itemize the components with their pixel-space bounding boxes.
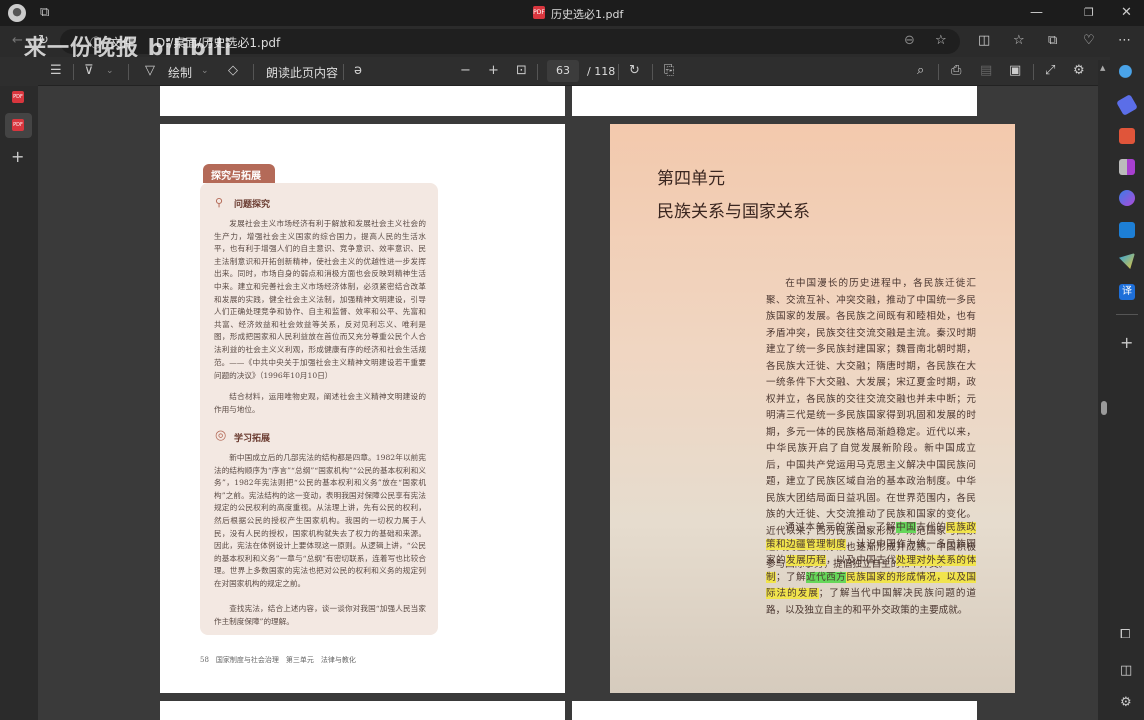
eraser-icon[interactable]: ◇ [228, 63, 238, 79]
outlook-icon[interactable] [1119, 222, 1135, 238]
highlighted-text[interactable]: 发展历程 [786, 555, 827, 566]
draw-button[interactable]: 绘制 [168, 64, 192, 81]
copilot-icon[interactable] [1119, 190, 1135, 206]
paragraph: 新中国成立后的几部宪法的结构都是四章。1982年以前宪法的结构顺序为“序言”“总… [214, 453, 426, 588]
screenshot-icon[interactable]: ⧠ [1120, 627, 1130, 643]
games-icon[interactable] [1119, 159, 1135, 175]
paragraph: 发展社会主义市场经济有利于解放和发展社会主义社会的生产力，增强社会主义国家的综合… [214, 219, 426, 367]
page-view-icon[interactable]: ⎘ [664, 63, 674, 79]
telegram-icon[interactable] [1119, 253, 1135, 269]
pdf-page-58: 探究与拓展 ⚲ 问题探究 发展社会主义市场经济有利于解放和发展社会主义社会的生产… [160, 124, 565, 693]
left-sidebar [0, 86, 38, 720]
text-segment: ，以及中国古代 [826, 555, 897, 566]
close-button[interactable]: ✕ [1121, 5, 1132, 21]
unit-title: 民族关系与国家关系 [657, 202, 810, 222]
highlighted-text[interactable]: 中国 [895, 522, 917, 533]
scrollbar-thumb[interactable] [1101, 401, 1107, 415]
back-icon[interactable]: ← [12, 33, 23, 49]
highlight-icon[interactable]: ⊽ [84, 63, 94, 79]
draw-icon[interactable]: ▽ [145, 63, 155, 79]
zoom-in-icon[interactable]: + [488, 63, 499, 79]
unit-number: 第四单元 [657, 169, 725, 189]
pdf-tab-icon: PDF [12, 119, 24, 131]
workspaces-icon[interactable]: ⧉ [40, 5, 49, 21]
zoom-out-address-icon[interactable]: ⊖ [904, 33, 915, 49]
goals-paragraph: 通过本单元的学习，了解中国古代的民族政策和边疆管理制度，认识中国作为统一多民族国… [766, 520, 977, 619]
new-tab-icon[interactable]: + [11, 149, 24, 165]
citation: ——《中共中央关于加强社会主义精神文明建设若干重要问题的决议》（1996年10月… [214, 358, 426, 380]
pdf-viewport[interactable]: 探究与拓展 ⚲ 问题探究 发展社会主义市场经济有利于解放和发展社会主义社会的生产… [38, 86, 1110, 720]
page-footer: 58 国家制度与社会治理 第三单元 法律与教化 [200, 656, 356, 664]
scroll-up-icon[interactable]: ▲ [1100, 60, 1105, 76]
section-heading: 问题探究 [234, 200, 271, 210]
paragraph: 查找宪法，结合上述内容，谈一谈你对我国“加强人民当家作主制度保障”的理解。 [214, 604, 426, 626]
pdf-tab-icon[interactable]: PDF [12, 91, 24, 103]
profile-avatar-icon[interactable]: ● [8, 4, 26, 22]
text-segment: 古代的 [916, 522, 947, 533]
text-segment: 通过本单元的学习，了解 [785, 522, 896, 533]
contents-icon[interactable]: ☰ [50, 63, 62, 79]
title-bar: ● ⧉ PDF 历史选必1.pdf — ❐ ✕ [0, 0, 1144, 26]
pdf-page-prev-right [572, 86, 977, 116]
section-heading: 学习拓展 [234, 434, 271, 444]
pdf-toolbar: ▯ ☰ ⊽ ⌄ ▽ 绘制 ⌄ ◇ 朗读此页内容 ə − + ⊡ 63 / 118… [0, 57, 1110, 86]
pdf-page-next-right [572, 701, 977, 720]
read-aloud-button[interactable]: 朗读此页内容 [266, 64, 338, 81]
rotate-icon[interactable]: ↻ [629, 63, 640, 79]
restore-button[interactable]: ❐ [1084, 5, 1094, 21]
browser-essentials-icon[interactable]: ♡ [1083, 33, 1095, 49]
pdf-page-59: 第四单元 民族关系与国家关系 在中国漫长的历史进程中，各民族迁徙汇聚、交流互补、… [610, 124, 1015, 693]
zoom-out-icon[interactable]: − [460, 63, 471, 79]
save-as-icon[interactable]: ▣ [1009, 63, 1021, 79]
collections-icon[interactable]: ⧉ [1048, 33, 1057, 49]
text-segment: ；了解 [776, 571, 807, 583]
favorite-star-icon[interactable]: ☆ [935, 33, 947, 49]
favorites-icon[interactable]: ☆ [1013, 33, 1025, 49]
sidebar-layout-icon[interactable]: ◫ [1120, 663, 1132, 679]
pdf-file-icon: PDF [533, 6, 545, 19]
draw-dropdown-icon[interactable]: ⌄ [201, 63, 209, 79]
active-pdf-tab[interactable]: PDF [5, 113, 32, 138]
settings-icon[interactable]: ⚙ [1073, 63, 1085, 79]
explore-tab-label: 探究与拓展 [203, 164, 275, 183]
paragraph: 结合材料，运用唯物史观，阐述社会主义精神文明建设的作用与地位。 [214, 392, 426, 414]
find-icon[interactable]: ⌕ [917, 63, 924, 79]
sidebar-settings-icon[interactable]: ⚙ [1120, 695, 1132, 711]
minimize-button[interactable]: — [1030, 5, 1043, 21]
add-sidebar-app-icon[interactable]: + [1120, 335, 1133, 351]
question-icon: ⚲ [215, 196, 224, 209]
print-icon[interactable]: ⎙ [951, 63, 961, 79]
fullscreen-icon[interactable]: ⤢ [1045, 63, 1055, 79]
translate-icon[interactable]: 译 [1119, 284, 1135, 300]
window-title: 历史选必1.pdf [551, 8, 624, 21]
immersive-reader-icon[interactable]: ə [354, 63, 362, 79]
fit-width-icon[interactable]: ⊡ [516, 63, 527, 79]
study-icon: ◎ [215, 428, 227, 443]
right-sidebar: 译 + ⧠ ◫ ⚙ [1110, 57, 1144, 720]
highlighted-text[interactable]: 近代西方 [806, 571, 847, 583]
highlight-dropdown-icon[interactable]: ⌄ [106, 63, 114, 79]
pdf-page-prev-left [160, 86, 565, 116]
save-icon: ▤ [980, 63, 993, 78]
split-screen-icon[interactable]: ◫ [978, 33, 990, 49]
tools-icon[interactable] [1119, 128, 1135, 144]
vertical-scrollbar[interactable]: ▲ [1098, 60, 1110, 720]
pdf-page-next-left [160, 701, 565, 720]
total-pages: / 118 [587, 65, 616, 78]
shopping-tag-icon[interactable] [1116, 94, 1138, 116]
search-sidebar-icon[interactable] [1119, 65, 1135, 81]
page-number-input[interactable]: 63 [547, 60, 579, 82]
more-menu-icon[interactable]: ⋯ [1118, 33, 1131, 49]
